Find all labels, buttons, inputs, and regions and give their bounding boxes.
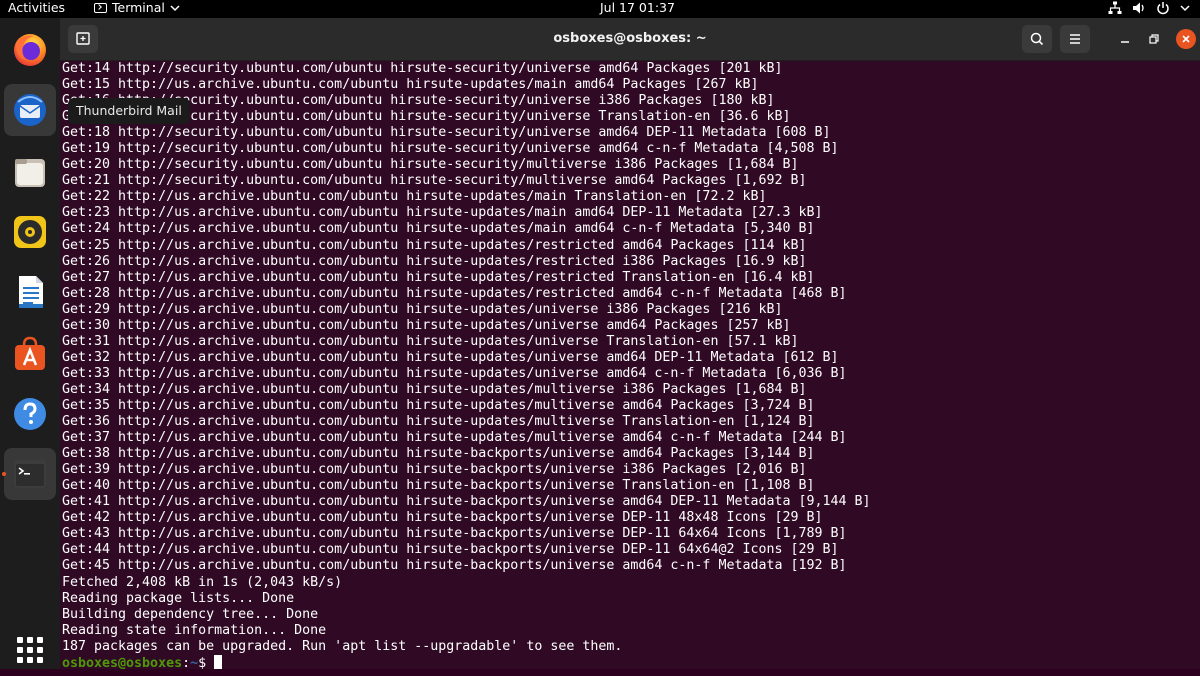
restore-icon [1149, 34, 1159, 44]
top-bar: Activities Terminal Jul 17 01:37 [0, 0, 1200, 18]
minimize-button[interactable] [1116, 30, 1134, 48]
text-cursor [214, 654, 223, 669]
terminal-line: Get:38 http://us.archive.ubuntu.com/ubun… [62, 446, 815, 462]
app-menu[interactable]: Terminal [94, 0, 180, 16]
writer-icon [19, 276, 43, 308]
terminal-line: Get:17 http://security.ubuntu.com/ubuntu… [62, 109, 791, 125]
search-icon [1030, 32, 1044, 46]
dock-item-software[interactable] [4, 328, 56, 380]
terminal-line: Get:33 http://us.archive.ubuntu.com/ubun… [62, 365, 847, 381]
firefox-icon [14, 34, 46, 66]
close-button[interactable] [1176, 29, 1196, 49]
terminal-line: Get:30 http://us.archive.ubuntu.com/ubun… [62, 317, 791, 333]
power-icon [1157, 2, 1169, 15]
thunderbird-icon [14, 94, 46, 126]
terminal-line: Get:35 http://us.archive.ubuntu.com/ubun… [62, 397, 815, 413]
terminal-line: Get:43 http://us.archive.ubuntu.com/ubun… [62, 526, 847, 542]
app-grid-icon [17, 637, 43, 663]
terminal-line: Get:39 http://us.archive.ubuntu.com/ubun… [62, 462, 807, 478]
terminal-line: Get:44 http://us.archive.ubuntu.com/ubun… [62, 542, 839, 558]
header-bar: osboxes@osboxes: ~ [60, 18, 1200, 61]
help-icon [14, 398, 46, 430]
prompt-user: osboxes@osboxes [62, 655, 183, 669]
volume-icon [1133, 2, 1144, 14]
prompt-symbol: $ [198, 655, 215, 669]
terminal-line: Get:14 http://security.ubuntu.com/ubuntu… [62, 61, 783, 76]
dock-item-firefox[interactable] [4, 24, 56, 76]
minimize-icon [1121, 41, 1129, 43]
terminal-line: Get:45 http://us.archive.ubuntu.com/ubun… [62, 558, 847, 574]
app-menu-label: Terminal [112, 0, 165, 15]
terminal-line: Get:32 http://us.archive.ubuntu.com/ubun… [62, 349, 839, 365]
clock[interactable]: Jul 17 01:37 [600, 0, 675, 16]
search-button[interactable] [1022, 25, 1052, 53]
terminal-line: Get:31 http://us.archive.ubuntu.com/ubun… [62, 333, 799, 349]
prompt-separator: : [182, 655, 191, 669]
terminal-line: Get:23 http://us.archive.ubuntu.com/ubun… [62, 205, 823, 221]
dock-item-files[interactable] [4, 146, 56, 198]
dock-item-rhythmbox[interactable] [4, 206, 56, 258]
rhythmbox-icon [14, 216, 46, 248]
terminal-line: Get:22 http://us.archive.ubuntu.com/ubun… [62, 189, 767, 205]
terminal-line: Get:42 http://us.archive.ubuntu.com/ubun… [62, 510, 823, 526]
terminal-output[interactable]: Get:14 http://security.ubuntu.com/ubuntu… [62, 61, 1198, 669]
dock-item-terminal[interactable] [4, 448, 56, 500]
terminal-line: Building dependency tree... Done [62, 606, 319, 622]
chevron-down-icon [1180, 5, 1190, 12]
terminal-line: Fetched 2,408 kB in 1s (2,043 kB/s) [62, 574, 343, 590]
files-icon [15, 159, 45, 187]
terminal-prompt[interactable]: osboxes@osboxes:~$ [62, 654, 1198, 669]
dock-tooltip: Thunderbird Mail [68, 98, 190, 124]
dock-item-writer[interactable] [4, 266, 56, 318]
terminal-line: Reading state information... Done [62, 622, 327, 638]
prompt-path: ~ [190, 655, 199, 669]
terminal-line: Get:16 http://security.ubuntu.com/ubuntu… [62, 93, 775, 109]
network-icon [1108, 1, 1122, 14]
hamburger-menu-icon [1070, 34, 1080, 44]
dock [0, 18, 60, 669]
terminal-line: Get:15 http://us.archive.ubuntu.com/ubun… [62, 77, 759, 93]
system-tray[interactable] [1108, 0, 1190, 16]
terminal-line: Get:26 http://us.archive.ubuntu.com/ubun… [62, 253, 807, 269]
dock-item-help[interactable] [4, 388, 56, 440]
terminal-line: Get:27 http://us.archive.ubuntu.com/ubun… [62, 269, 815, 285]
terminal-line: Get:19 http://security.ubuntu.com/ubuntu… [62, 141, 839, 157]
chevron-down-icon [170, 5, 180, 12]
terminal-line: Get:36 http://us.archive.ubuntu.com/ubun… [62, 414, 815, 430]
terminal-line: Get:24 http://us.archive.ubuntu.com/ubun… [62, 221, 815, 237]
close-icon [1182, 35, 1190, 43]
software-icon [15, 336, 45, 370]
terminal-icon [14, 460, 46, 488]
terminal-line: 187 packages can be upgraded. Run 'apt l… [62, 638, 623, 654]
maximize-button[interactable] [1145, 30, 1163, 48]
terminal-line: Get:40 http://us.archive.ubuntu.com/ubun… [62, 478, 815, 494]
terminal-line: Get:41 http://us.archive.ubuntu.com/ubun… [62, 494, 871, 510]
terminal-line: Get:28 http://us.archive.ubuntu.com/ubun… [62, 285, 847, 301]
terminal-line: Get:34 http://us.archive.ubuntu.com/ubun… [62, 381, 807, 397]
running-indicator [2, 472, 6, 476]
terminal-line: Get:20 http://security.ubuntu.com/ubuntu… [62, 157, 799, 173]
dock-item-thunderbird[interactable] [4, 84, 56, 136]
terminal-line: Get:25 http://us.archive.ubuntu.com/ubun… [62, 237, 807, 253]
menu-button[interactable] [1060, 25, 1090, 53]
terminal-window: osboxes@osboxes: ~ Get:14 http://securit… [60, 18, 1200, 669]
activities-button[interactable]: Activities [8, 0, 65, 16]
terminal-icon [94, 3, 107, 13]
terminal-line: Get:29 http://us.archive.ubuntu.com/ubun… [62, 301, 783, 317]
terminal-line: Get:37 http://us.archive.ubuntu.com/ubun… [62, 430, 847, 446]
terminal-line: Get:18 http://security.ubuntu.com/ubuntu… [62, 125, 831, 141]
terminal-line: Reading package lists... Done [62, 590, 295, 606]
show-applications-button[interactable] [4, 624, 56, 676]
terminal-line: Get:21 http://security.ubuntu.com/ubuntu… [62, 173, 807, 189]
